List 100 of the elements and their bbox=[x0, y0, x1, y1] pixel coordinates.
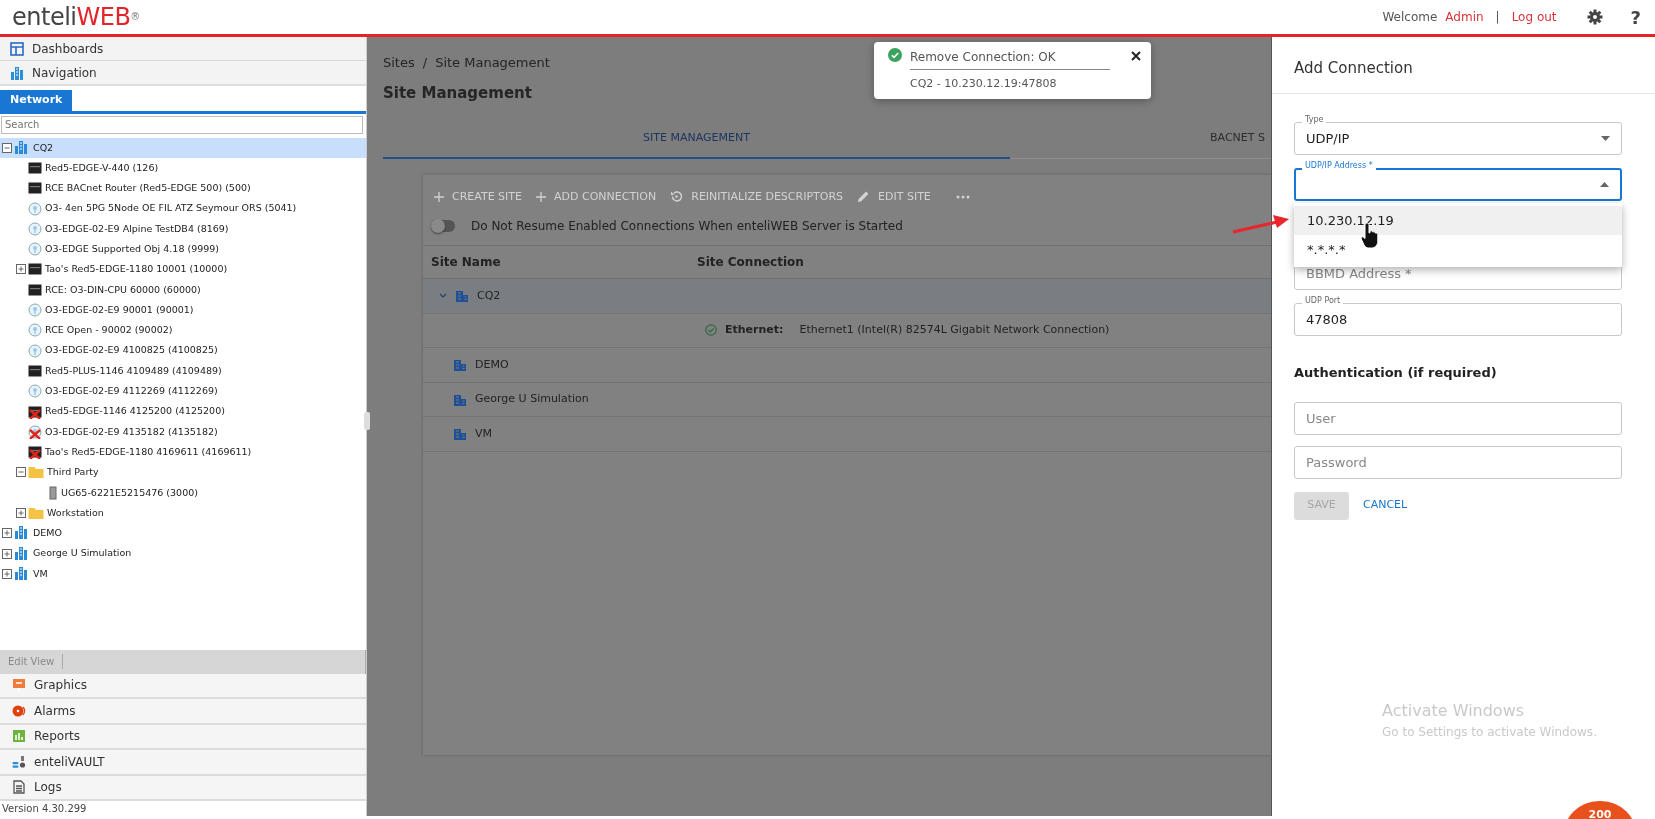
tree-item[interactable]: Red5-EDGE-V-440 (126) bbox=[0, 157, 366, 179]
collapse-icon[interactable] bbox=[2, 142, 12, 153]
toast-title: Remove Connection: OK bbox=[910, 48, 1110, 70]
monitor-icon bbox=[12, 678, 26, 693]
buildings-icon bbox=[10, 65, 24, 80]
arrow-icon bbox=[1231, 214, 1291, 236]
table-cell: George U Simulation bbox=[423, 391, 589, 408]
caret-down-icon[interactable] bbox=[1601, 136, 1610, 141]
buildings-icon bbox=[14, 139, 30, 156]
building-icon bbox=[455, 288, 469, 303]
tree-item[interactable]: O3-EDGE-02-E9 90001 (90001) bbox=[0, 299, 366, 321]
tree-item[interactable]: Tao's Red5-EDGE-1180 10001 (10000) bbox=[0, 259, 366, 280]
tree-item[interactable]: Red5-PLUS-1146 4109489 (4109489) bbox=[0, 360, 366, 382]
connection-type: Ethernet: bbox=[725, 322, 784, 339]
input-field[interactable]: 47808 bbox=[1294, 303, 1622, 336]
toast-message: CQ2 - 10.230.12.19:47808 bbox=[910, 76, 1058, 92]
dashboard-icon bbox=[10, 41, 24, 56]
tree-item[interactable]: O3-EDGE-02-E9 4112269 (4112269) bbox=[0, 381, 366, 402]
accordion-item[interactable]: Logs bbox=[0, 775, 366, 801]
settings-icon[interactable] bbox=[1586, 9, 1603, 25]
page-title: Site Management bbox=[383, 82, 532, 104]
help-button[interactable]: ? bbox=[1630, 3, 1641, 31]
buildings-icon bbox=[14, 565, 30, 582]
collapse-icon[interactable] bbox=[16, 467, 26, 478]
breadcrumb-separator: / bbox=[422, 54, 428, 72]
toggle-switch[interactable] bbox=[433, 220, 455, 232]
version-text: Version 4.30.299 bbox=[1, 802, 88, 816]
cancel-button[interactable]: CANCEL bbox=[1357, 496, 1414, 515]
column-header: Site Name bbox=[430, 254, 502, 271]
tree-item[interactable]: George U Simulation bbox=[0, 543, 366, 564]
alarm-icon bbox=[12, 703, 26, 718]
tree-item[interactable]: Red5-EDGE-1146 4125200 (4125200) bbox=[0, 401, 366, 422]
resize-handle[interactable] bbox=[364, 412, 370, 430]
tree-item[interactable]: O3-EDGE-02-E9 4135182 (4135182) bbox=[0, 421, 366, 442]
tree-item[interactable]: O3- 4en 5PG 5Node OE FIL ATZ Seymour ORS (5041) bbox=[0, 198, 366, 219]
pencil-icon bbox=[857, 190, 871, 204]
expand-icon[interactable] bbox=[16, 508, 26, 518]
chevron-down-icon[interactable] bbox=[439, 291, 447, 300]
accordion-item[interactable]: Navigation bbox=[0, 61, 366, 86]
field-label: UDP Port bbox=[1302, 297, 1344, 305]
breadcrumb-item: Site Management bbox=[435, 54, 550, 72]
welcome-text: Welcome bbox=[1382, 9, 1438, 26]
caret-up-icon[interactable] bbox=[1600, 182, 1609, 187]
input-field[interactable]: Password bbox=[1294, 445, 1622, 479]
tree-item[interactable]: CQ2 bbox=[0, 137, 366, 158]
field-label: Type bbox=[1302, 116, 1327, 124]
section-heading: Authentication (if required) bbox=[1294, 364, 1498, 382]
tree-item[interactable]: Tao's Red5-EDGE-1180 4169611 (4169611) bbox=[0, 441, 366, 463]
logo: enteliWEB$^{®}$ bbox=[12, 5, 140, 29]
building-icon bbox=[453, 392, 467, 407]
column-header: Site Connection bbox=[697, 254, 804, 271]
tree-item[interactable]: O3-EDGE-02-E9 4100825 (4100825) bbox=[0, 340, 366, 361]
tree-item[interactable]: O3-EDGE-02-E9 Alpine TestDB4 (8169) bbox=[0, 218, 366, 239]
expand-icon[interactable] bbox=[2, 528, 12, 539]
tree-item[interactable]: RCE BACnet Router (Red5-EDGE 500) (500) bbox=[0, 178, 366, 199]
tab[interactable]: Network bbox=[0, 90, 73, 111]
expand-icon[interactable] bbox=[16, 264, 26, 275]
document-icon bbox=[12, 780, 26, 795]
select-field[interactable] bbox=[1294, 168, 1622, 201]
building-icon bbox=[453, 427, 467, 442]
accordion-item[interactable]: Alarms bbox=[0, 699, 366, 725]
table-cell: VM bbox=[423, 425, 492, 443]
plus-icon bbox=[434, 191, 444, 202]
tree-item[interactable]: RCE Open - 90002 (90002) bbox=[0, 320, 366, 341]
accordion-item[interactable]: Graphics bbox=[0, 673, 366, 699]
expand-icon[interactable] bbox=[2, 548, 12, 559]
plus-icon bbox=[536, 191, 546, 202]
accordion-item[interactable]: Dashboards bbox=[0, 37, 366, 61]
tree-item[interactable]: UG65-6221E5215476 (3000) bbox=[0, 482, 366, 503]
folder-icon bbox=[28, 465, 44, 480]
input-field[interactable]: User bbox=[1294, 401, 1622, 435]
tree-item[interactable]: RCE: O3-DIN-CPU 60000 (60000) bbox=[0, 279, 366, 300]
breadcrumb-item[interactable]: Sites bbox=[383, 53, 415, 73]
logout-link[interactable]: Log out bbox=[1511, 8, 1557, 26]
panel-title: Add Connection bbox=[1272, 37, 1655, 94]
table-cell: CQ2 bbox=[423, 287, 501, 305]
device-icon bbox=[48, 485, 58, 500]
buildings-icon bbox=[14, 545, 30, 562]
buildings-icon bbox=[14, 525, 30, 542]
tree-item[interactable]: DEMO bbox=[0, 523, 366, 544]
table-cell: Ethernet1 (Intel(R) 82574L Gigabit Network Connection) bbox=[799, 322, 1110, 339]
user-link[interactable]: Admin bbox=[1445, 8, 1484, 26]
report-icon bbox=[12, 729, 26, 744]
separator: | bbox=[1495, 9, 1500, 26]
close-icon[interactable] bbox=[1131, 51, 1141, 61]
tree-item[interactable]: Third Party bbox=[0, 462, 366, 483]
database-icon bbox=[12, 754, 26, 769]
toggle-label: Do Not Resume Enabled Connections When enteliWEB Server is Started bbox=[471, 218, 903, 235]
dropdown-option[interactable]: 10.230.12.19 bbox=[1294, 206, 1622, 235]
tree-item[interactable]: Workstation bbox=[0, 502, 366, 524]
expand-icon[interactable] bbox=[2, 568, 12, 579]
search-field[interactable]: Search bbox=[1, 115, 363, 134]
field-label: UDP/IP Address * bbox=[1302, 162, 1376, 170]
refresh-icon bbox=[670, 190, 684, 204]
tree-item[interactable]: O3-EDGE Supported Obj 4.18 (9999) bbox=[0, 239, 366, 260]
table-cell: DEMO bbox=[423, 356, 509, 374]
building-icon bbox=[453, 358, 467, 372]
tree-item[interactable]: VM bbox=[0, 563, 366, 585]
accordion-item[interactable]: enteliVAULT bbox=[0, 750, 366, 776]
accordion-item[interactable]: Reports bbox=[0, 724, 366, 750]
